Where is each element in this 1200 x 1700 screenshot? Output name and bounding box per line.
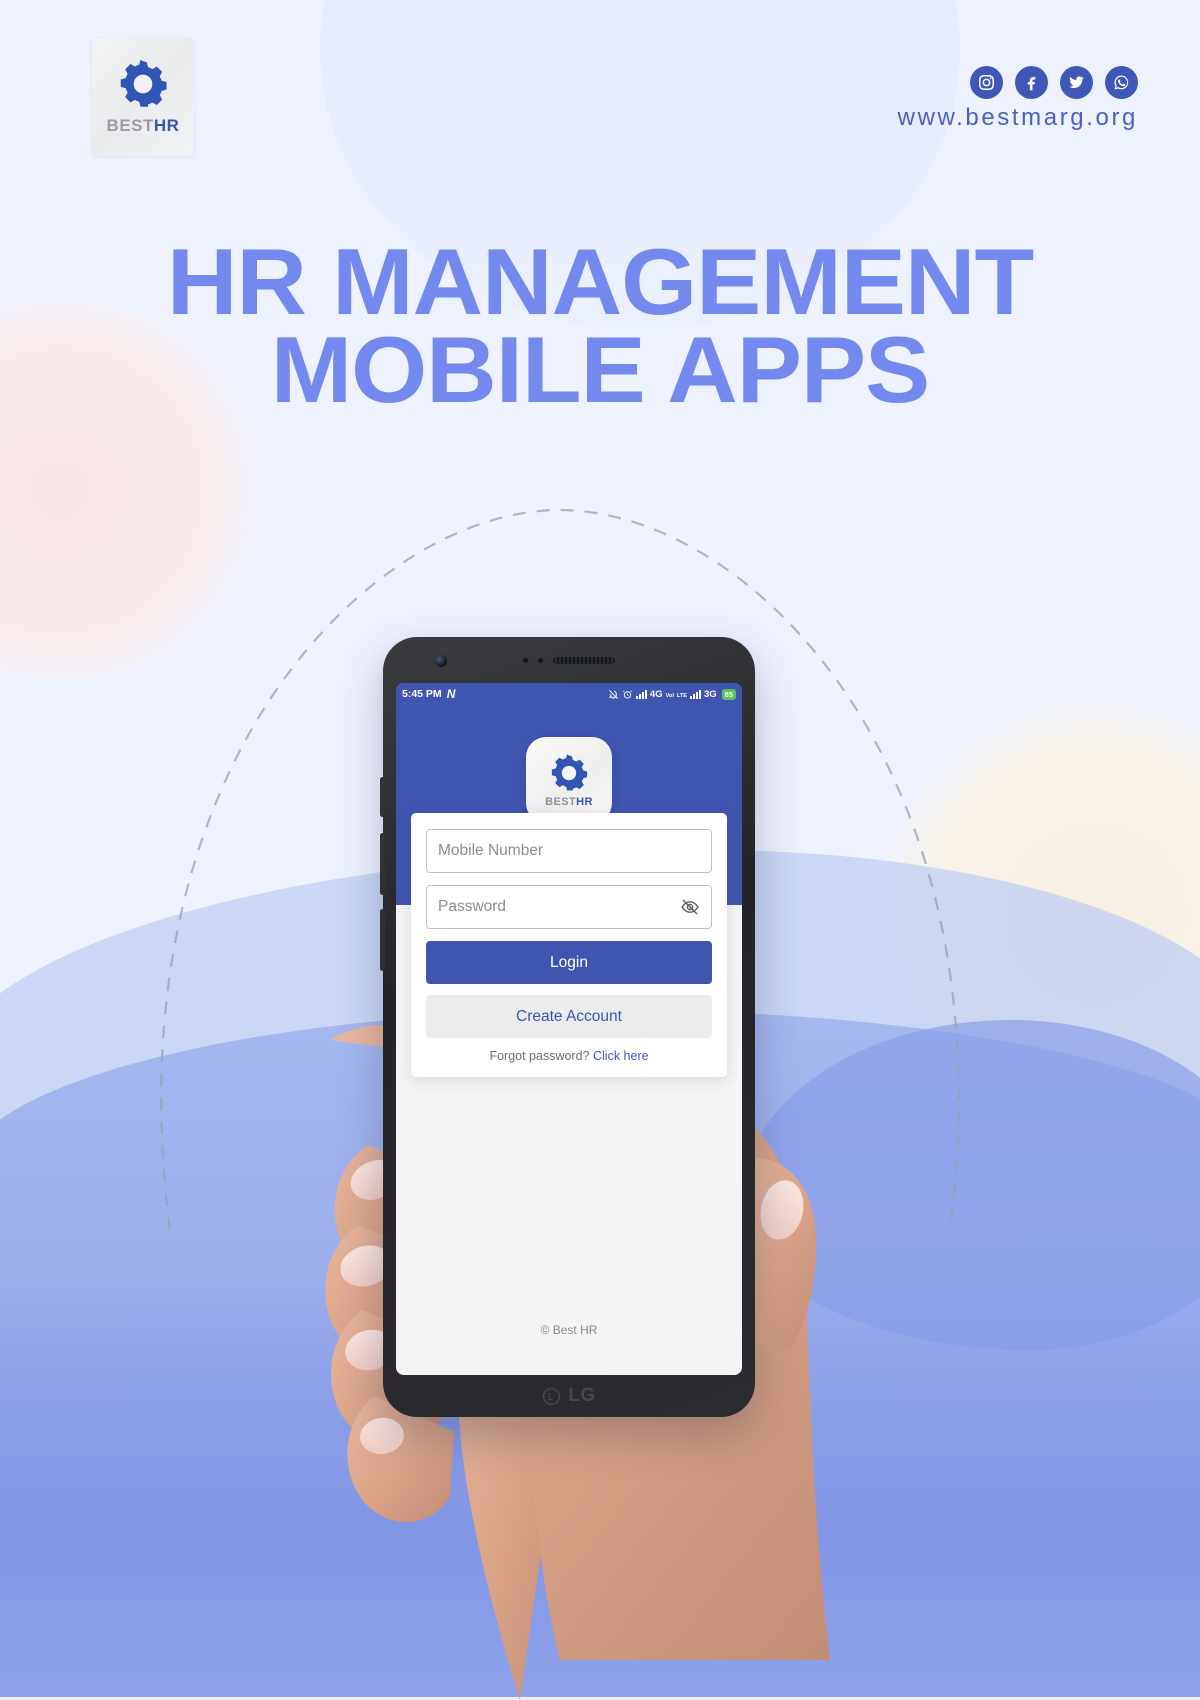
eye-off-icon[interactable] — [680, 897, 700, 917]
lg-logo-icon — [543, 1387, 561, 1405]
volte-top-text: VoI — [665, 693, 674, 699]
volte-icon: VoI LTE — [666, 688, 687, 700]
phone-brand-text: LG — [568, 1385, 596, 1406]
phone-screen: 5:45 PM N 4G VoI LTE 3G 85 BESTHR Mobile… — [396, 683, 742, 1375]
brand-name-first: BEST — [106, 116, 154, 135]
power-button[interactable] — [380, 909, 385, 971]
volume-up-button[interactable] — [380, 777, 385, 817]
signal-bars-icon — [635, 689, 647, 699]
page-title: HR MANAGEMENT MOBILE APPS — [0, 235, 1200, 423]
mobile-number-placeholder: Mobile Number — [438, 842, 544, 859]
login-button[interactable]: Login — [426, 941, 712, 984]
mute-bell-icon — [608, 689, 618, 699]
forgot-password-row: Forgot password? Click here — [426, 1049, 712, 1063]
signal-bars-secondary-icon — [689, 689, 701, 699]
forgot-password-text: Forgot password? — [489, 1049, 590, 1063]
app-logo-wordmark: BESTHR — [545, 796, 593, 808]
forgot-password-link[interactable]: Click here — [593, 1049, 649, 1063]
battery-indicator: 85 — [721, 688, 736, 700]
twitter-icon[interactable] — [1060, 66, 1093, 99]
social-links — [970, 66, 1138, 99]
app-footer: © Best HR — [540, 1323, 598, 1337]
headline-line-2: MOBILE APPS — [270, 317, 931, 423]
app-logo: BESTHR — [526, 737, 612, 823]
mobile-number-input[interactable]: Mobile Number — [426, 829, 712, 873]
website-url[interactable]: www.bestmarg.org — [898, 104, 1138, 132]
status-time: 5:45 PM — [402, 688, 442, 700]
create-account-button[interactable]: Create Account — [426, 995, 712, 1038]
light-sensor-icon — [538, 657, 543, 663]
brand-name-second: HR — [153, 116, 180, 135]
volte-bottom-text: LTE — [676, 693, 687, 699]
facebook-icon[interactable] — [1015, 66, 1048, 99]
network-type-secondary: 3G — [703, 688, 717, 700]
status-bar: 5:45 PM N 4G VoI LTE 3G 85 — [396, 683, 742, 705]
alarm-clock-icon — [622, 690, 632, 699]
gear-icon — [120, 59, 167, 107]
app-body: Mobile Number Password Login Create Acco… — [396, 813, 742, 1375]
password-placeholder: Password — [438, 898, 507, 915]
whatsapp-icon[interactable] — [1105, 66, 1138, 99]
gear-icon — [551, 753, 588, 790]
phone-brand-area: LG — [383, 1375, 755, 1417]
earpiece-speaker — [553, 656, 615, 664]
password-input[interactable]: Password — [426, 885, 712, 929]
brand-logo: BESTHR — [92, 38, 194, 156]
proximity-sensor-icon — [523, 657, 528, 663]
instagram-icon[interactable] — [970, 66, 1003, 99]
app-logo-name-second: HR — [576, 795, 593, 808]
brand-wordmark: BESTHR — [107, 116, 180, 136]
phone-earpiece-area — [383, 637, 755, 683]
login-card: Mobile Number Password Login Create Acco… — [411, 813, 727, 1077]
status-bar-left: 5:45 PM N — [402, 687, 455, 701]
network-type-primary: 4G — [649, 688, 663, 700]
nfc-icon: N — [446, 687, 456, 701]
front-camera-icon — [435, 655, 447, 667]
app-logo-name-first: BEST — [545, 795, 577, 808]
phone-device: 5:45 PM N 4G VoI LTE 3G 85 BESTHR Mobile… — [380, 637, 755, 1417]
volume-down-button[interactable] — [380, 833, 385, 895]
status-bar-right: 4G VoI LTE 3G 85 — [608, 688, 736, 700]
